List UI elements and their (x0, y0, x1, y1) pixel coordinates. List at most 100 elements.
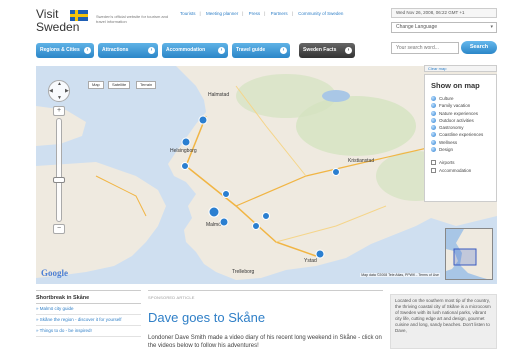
legend-label: Nature experiences (439, 110, 479, 116)
chevron-down-icon: ▾ (490, 24, 493, 30)
marker-dot-icon (431, 147, 436, 153)
article-kicker: SPONSORED ARTICLE (148, 295, 195, 300)
visit-sweden-logo[interactable]: Visit Sweden (36, 8, 94, 36)
city-label-malmo: Malmö (206, 222, 221, 228)
city-label-trelleborg: Trelleborg (232, 269, 255, 275)
legend-item-coastline[interactable]: Coastline experiences (429, 131, 492, 138)
map-marker[interactable] (252, 222, 260, 230)
legend-label: Coastline experiences (439, 132, 484, 138)
swedish-flag-icon (70, 10, 88, 21)
nav-regions-cities[interactable]: Regions & Cities › (36, 43, 94, 58)
skane-info-box: Located on the southern most tip of the … (390, 294, 497, 349)
clear-map-link[interactable]: Clear map (424, 65, 497, 72)
shortbreak-sidebar: Shortbreak in Skåne » Malmö city guide »… (36, 290, 141, 349)
legend-label: Wellness (439, 139, 458, 145)
marker-dot-icon (431, 125, 436, 131)
zoom-in-button[interactable]: + (53, 106, 65, 116)
map-marker[interactable] (262, 212, 270, 220)
map-marker[interactable] (332, 168, 340, 176)
pan-down-icon[interactable]: ▼ (57, 95, 62, 101)
sponsored-article: SPONSORED ARTICLE Dave goes to Skåne Lon… (148, 290, 383, 349)
marker-dot-icon (431, 139, 436, 145)
checkbox-label: Airports (439, 160, 455, 166)
nav-label: Sweden Facts (303, 47, 337, 53)
legend-label: Family vacation (439, 103, 471, 109)
city-label-halmstad: Halmstad (208, 92, 229, 98)
checkbox-icon[interactable] (431, 160, 436, 166)
marker-dot-icon (431, 117, 436, 123)
arrow-right-icon: › (218, 47, 225, 54)
legend-item-gastronomy[interactable]: Gastronomy (429, 124, 492, 131)
top-links: Tourists | Meeting planner | Press | Partne… (180, 11, 344, 16)
checkbox-airports[interactable]: Airports (429, 159, 492, 166)
zoom-out-button[interactable]: − (53, 224, 65, 234)
sidebar-link-malmo[interactable]: » Malmö city guide (36, 304, 141, 315)
tagline: Sweden's official website for tourism an… (96, 14, 169, 24)
marker-dot-icon (431, 103, 436, 109)
top-link-meeting-planner[interactable]: Meeting planner (206, 11, 238, 16)
header: Visit Sweden Sweden's official website f… (0, 0, 506, 72)
arrow-right-icon: › (345, 47, 352, 54)
legend-item-culture[interactable]: Culture (429, 95, 492, 102)
overview-minimap[interactable] (445, 228, 493, 280)
language-select-label: Change Language (396, 24, 438, 30)
legend-item-design[interactable]: Design (429, 146, 492, 153)
zoom-slider-thumb[interactable] (53, 177, 65, 183)
sidebar-link-skane-region[interactable]: » Skåne the region - discover it for you… (36, 315, 141, 326)
pan-up-icon[interactable]: ▲ (57, 81, 62, 87)
legend-item-outdoor[interactable]: Outdoor activities (429, 117, 492, 124)
pan-right-icon[interactable]: ▶ (65, 88, 69, 94)
search-button[interactable]: Search (461, 41, 497, 54)
nav-sweden-facts[interactable]: Sweden Facts › (299, 43, 355, 58)
legend-label: Culture (439, 96, 454, 101)
top-link-partners[interactable]: Partners (271, 11, 288, 16)
map-type-terrain-button[interactable]: Terrain (136, 81, 157, 89)
article-title[interactable]: Dave goes to Skåne (148, 310, 383, 325)
date-display: Wed Nov 26, 2008, 06:22 GMT +1 (391, 8, 497, 18)
marker-dot-icon (431, 96, 436, 101)
map-attribution: Map data ©2008 Tele Atlas, PPWK - Terms … (360, 273, 440, 277)
top-link-community[interactable]: Community of Sweden (298, 11, 343, 16)
map-marker[interactable] (181, 162, 189, 170)
checkbox-accommodation[interactable]: Accommodation (429, 167, 492, 174)
checkbox-label: Accommodation (439, 167, 472, 173)
legend-item-wellness[interactable]: Wellness (429, 139, 492, 146)
map-marker[interactable] (219, 217, 229, 227)
map-marker[interactable] (198, 115, 208, 125)
zoom-slider[interactable] (53, 118, 65, 222)
show-on-map-panel: Show on map Culture Family vacation Natu… (424, 74, 497, 202)
info-text: Located on the southern most tip of the … (395, 298, 491, 333)
arrow-right-icon: › (280, 47, 287, 54)
nav-accommodation[interactable]: Accommodation › (162, 43, 228, 58)
map-marker[interactable] (208, 206, 220, 218)
marker-dot-icon (431, 110, 436, 116)
nav-label: Travel guide (236, 47, 266, 53)
search-input[interactable]: Your search word... (391, 42, 459, 54)
top-link-press[interactable]: Press (249, 11, 261, 16)
legend-item-nature[interactable]: Nature experiences (429, 110, 492, 117)
city-label-ystad: Ystad (304, 258, 317, 264)
google-logo: Google (41, 268, 68, 278)
legend-label: Design (439, 147, 454, 153)
article-body: Londoner Dave Smith made a video diary o… (148, 335, 382, 349)
language-select[interactable]: Change Language ▾ (391, 22, 497, 33)
legend-title: Show on map (431, 81, 480, 90)
sidebar-link-things-to-do[interactable]: » Things to do - be inspired! (36, 326, 141, 337)
city-label-helsingborg: Helsingborg (170, 148, 197, 154)
checkbox-icon[interactable] (431, 167, 436, 173)
map-type-satellite-button[interactable]: Satellite (108, 81, 131, 89)
nav-label: Regions & Cities (40, 47, 80, 53)
nav-attractions[interactable]: Attractions › (98, 43, 158, 58)
nav-travel-guide[interactable]: Travel guide › (232, 43, 290, 58)
pan-left-icon[interactable]: ◀ (49, 88, 53, 94)
map-type-map-button[interactable]: Map (88, 81, 104, 89)
legend-item-family-vacation[interactable]: Family vacation (429, 102, 492, 109)
map-marker[interactable] (222, 190, 230, 198)
map-marker[interactable] (315, 249, 325, 259)
map-marker[interactable] (181, 137, 191, 147)
nav-label: Accommodation (166, 47, 206, 53)
pan-control[interactable]: ▲ ◀ ▶ ▼ (48, 80, 70, 102)
top-link-tourists[interactable]: Tourists (180, 11, 196, 16)
nav-label: Attractions (102, 47, 129, 53)
city-label-kristianstad: Kristianstad (348, 158, 374, 164)
